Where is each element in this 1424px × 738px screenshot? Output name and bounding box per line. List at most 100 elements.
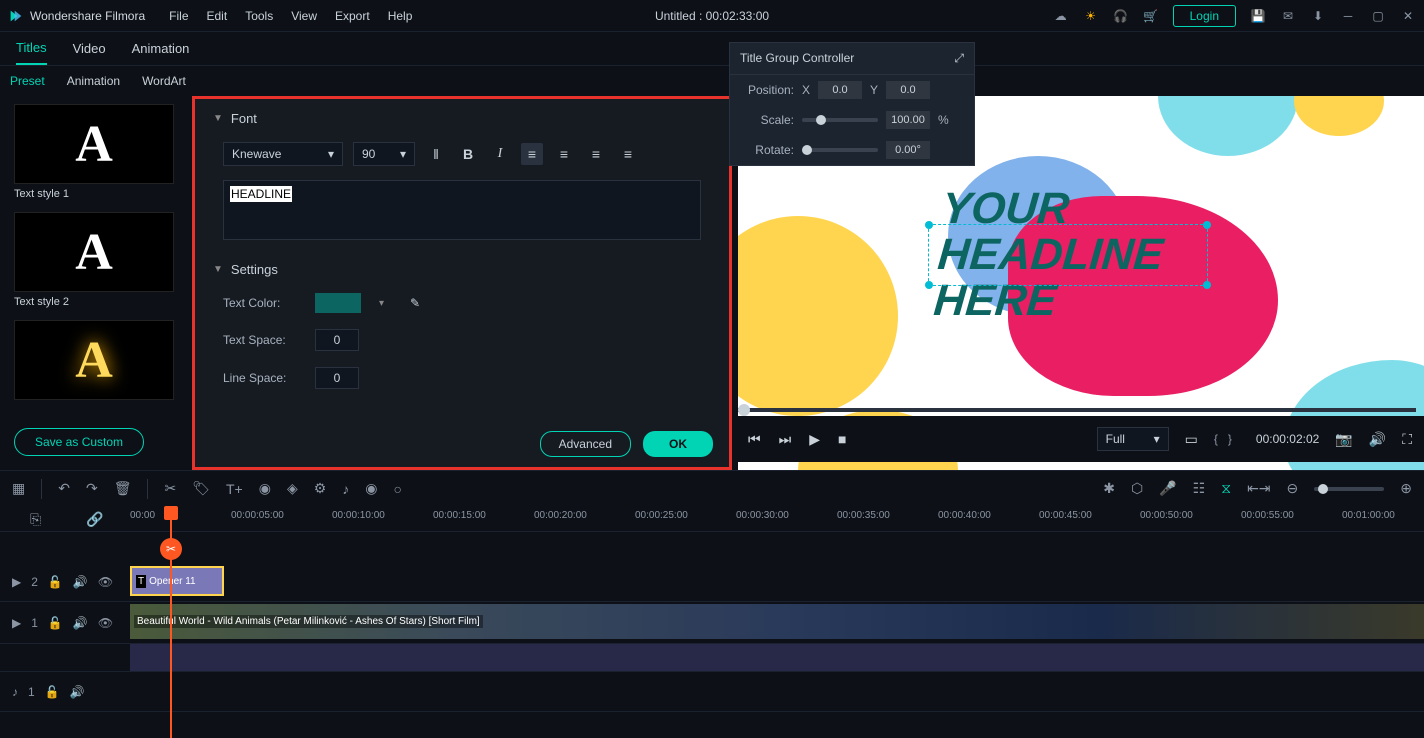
settings-section-header[interactable]: ▼ Settings	[213, 262, 711, 277]
visibility-icon[interactable]: 👁	[98, 575, 113, 589]
scrubber-thumb[interactable]	[738, 404, 750, 416]
track-content[interactable]: Beautiful World - Wild Animals (Petar Mi…	[130, 602, 1424, 643]
save-as-custom-button[interactable]: Save as Custom	[14, 428, 144, 456]
mute-icon[interactable]: 🔊	[70, 685, 85, 699]
line-space-input[interactable]	[315, 367, 359, 389]
tag-icon[interactable]: 🏷	[192, 480, 210, 497]
settings-icon[interactable]: ⚙	[314, 480, 327, 497]
font-section-header[interactable]: ▼ Font	[213, 111, 711, 126]
align-center-button[interactable]: ≡	[553, 143, 575, 165]
fullscreen-icon[interactable]: ⛶	[1402, 431, 1412, 448]
audio-icon[interactable]: ♪	[342, 481, 349, 497]
playhead-handle[interactable]	[164, 506, 178, 520]
panel-header[interactable]: Title Group Controller ⤢	[730, 43, 974, 75]
speed-icon[interactable]: ◉	[259, 480, 271, 497]
eyedropper-icon[interactable]: ✎	[410, 296, 420, 310]
volume-icon[interactable]: 🔊	[1369, 431, 1386, 448]
prev-frame-button[interactable]: ⏮	[748, 431, 761, 448]
quality-dropdown[interactable]: Full▾	[1097, 427, 1169, 451]
display-icon[interactable]: ▭	[1185, 431, 1198, 448]
headset-icon[interactable]: 🎧	[1113, 8, 1129, 24]
video-clip[interactable]: Beautiful World - Wild Animals (Petar Mi…	[130, 604, 1424, 639]
lock-icon[interactable]: 🔓	[48, 616, 63, 630]
circle-icon[interactable]: ○	[394, 481, 402, 497]
audio-waveform[interactable]	[130, 644, 1424, 671]
message-icon[interactable]: ✉	[1280, 8, 1296, 24]
slider-thumb[interactable]	[816, 115, 826, 125]
track-icon[interactable]: ▶	[12, 616, 21, 630]
visibility-icon[interactable]: 👁	[98, 616, 113, 630]
record-icon[interactable]: ◉	[365, 480, 377, 497]
rotate-slider[interactable]	[802, 148, 878, 152]
slider-thumb[interactable]	[802, 145, 812, 155]
rotate-input[interactable]	[886, 141, 930, 159]
resize-handle[interactable]	[1203, 281, 1211, 289]
track-content[interactable]	[130, 672, 1424, 711]
minimize-icon[interactable]: ─	[1340, 8, 1356, 24]
selection-box[interactable]	[928, 224, 1208, 286]
mute-icon[interactable]: 🔊	[73, 616, 88, 630]
style-thumb-2[interactable]: A	[14, 212, 174, 292]
fit-icon[interactable]: ⇤⇥	[1247, 480, 1270, 497]
resize-handle[interactable]	[925, 281, 933, 289]
save-icon[interactable]: 💾	[1250, 8, 1266, 24]
track-icon[interactable]: ▶	[12, 575, 21, 589]
align-right-button[interactable]: ≡	[585, 143, 607, 165]
title-group-controller-panel[interactable]: Title Group Controller ⤢ Position: X Y S…	[729, 42, 975, 166]
text-color-swatch[interactable]	[315, 293, 361, 313]
maximize-icon[interactable]: ▢	[1370, 8, 1386, 24]
color-icon[interactable]: ◈	[287, 480, 298, 497]
copy-icon[interactable]: ⎘	[30, 511, 41, 528]
marker-icon[interactable]: ⬡	[1131, 480, 1143, 497]
stop-button[interactable]: ■	[838, 431, 846, 447]
login-button[interactable]: Login	[1173, 5, 1236, 27]
zoom-in-icon[interactable]: ⊕	[1400, 480, 1412, 497]
chevron-down-icon[interactable]: ▾	[379, 298, 384, 309]
split-icon[interactable]: ✂	[160, 538, 182, 560]
menu-help[interactable]: Help	[388, 9, 413, 23]
position-x-input[interactable]	[818, 81, 862, 99]
snapshot-icon[interactable]: 📷	[1335, 431, 1352, 448]
line-spacing-button[interactable]: ‖	[425, 143, 447, 165]
delete-icon[interactable]: 🗑	[114, 480, 132, 497]
track-content[interactable]	[130, 644, 1424, 671]
title-clip[interactable]: TOpener 11	[130, 566, 224, 596]
font-size-dropdown[interactable]: 90▾	[353, 142, 415, 166]
menu-export[interactable]: Export	[335, 9, 370, 23]
mute-icon[interactable]: 🔊	[73, 575, 88, 589]
menu-view[interactable]: View	[291, 9, 317, 23]
render-icon[interactable]: ✱	[1103, 480, 1115, 497]
scale-slider[interactable]	[802, 118, 878, 122]
cart-icon[interactable]: 🛒	[1143, 8, 1159, 24]
redo-icon[interactable]: ↷	[86, 480, 98, 497]
zoom-out-icon[interactable]: ⊖	[1287, 480, 1299, 497]
brightness-icon[interactable]: ☀	[1083, 8, 1099, 24]
resize-handle[interactable]	[925, 221, 933, 229]
cut-icon[interactable]: ✂	[164, 480, 176, 497]
slider-thumb[interactable]	[1318, 484, 1328, 494]
close-icon[interactable]: ✕	[1400, 8, 1416, 24]
tab-video[interactable]: Video	[73, 33, 106, 64]
link-icon[interactable]: 🔗	[86, 511, 103, 528]
collapse-icon[interactable]: ⤢	[954, 51, 964, 66]
grid-icon[interactable]: ▦	[12, 480, 25, 497]
align-justify-button[interactable]: ≡	[617, 143, 639, 165]
cloud-icon[interactable]: ☁	[1053, 8, 1069, 24]
download-icon[interactable]: ⬇	[1310, 8, 1326, 24]
ok-button[interactable]: OK	[643, 431, 713, 457]
preview-scrubber[interactable]	[738, 408, 1416, 412]
bold-button[interactable]: B	[457, 143, 479, 165]
time-ruler[interactable]: ⎘ 🔗 00:0000:00:05:0000:00:10:0000:00:15:…	[0, 506, 1424, 532]
next-frame-button[interactable]: ⏭	[779, 431, 792, 448]
mixer-icon[interactable]: ☷	[1193, 480, 1206, 497]
track-icon[interactable]: ♪	[12, 685, 18, 699]
undo-icon[interactable]: ↶	[58, 480, 70, 497]
mic-icon[interactable]: 🎤	[1159, 480, 1176, 497]
subtab-preset[interactable]: Preset	[10, 74, 45, 88]
track-content[interactable]: TOpener 11	[130, 562, 1424, 601]
menu-file[interactable]: File	[169, 9, 188, 23]
lock-icon[interactable]: 🔓	[48, 575, 63, 589]
title-text-input[interactable]: HEADLINE	[223, 180, 701, 240]
zoom-slider[interactable]	[1314, 487, 1384, 491]
menu-edit[interactable]: Edit	[207, 9, 228, 23]
